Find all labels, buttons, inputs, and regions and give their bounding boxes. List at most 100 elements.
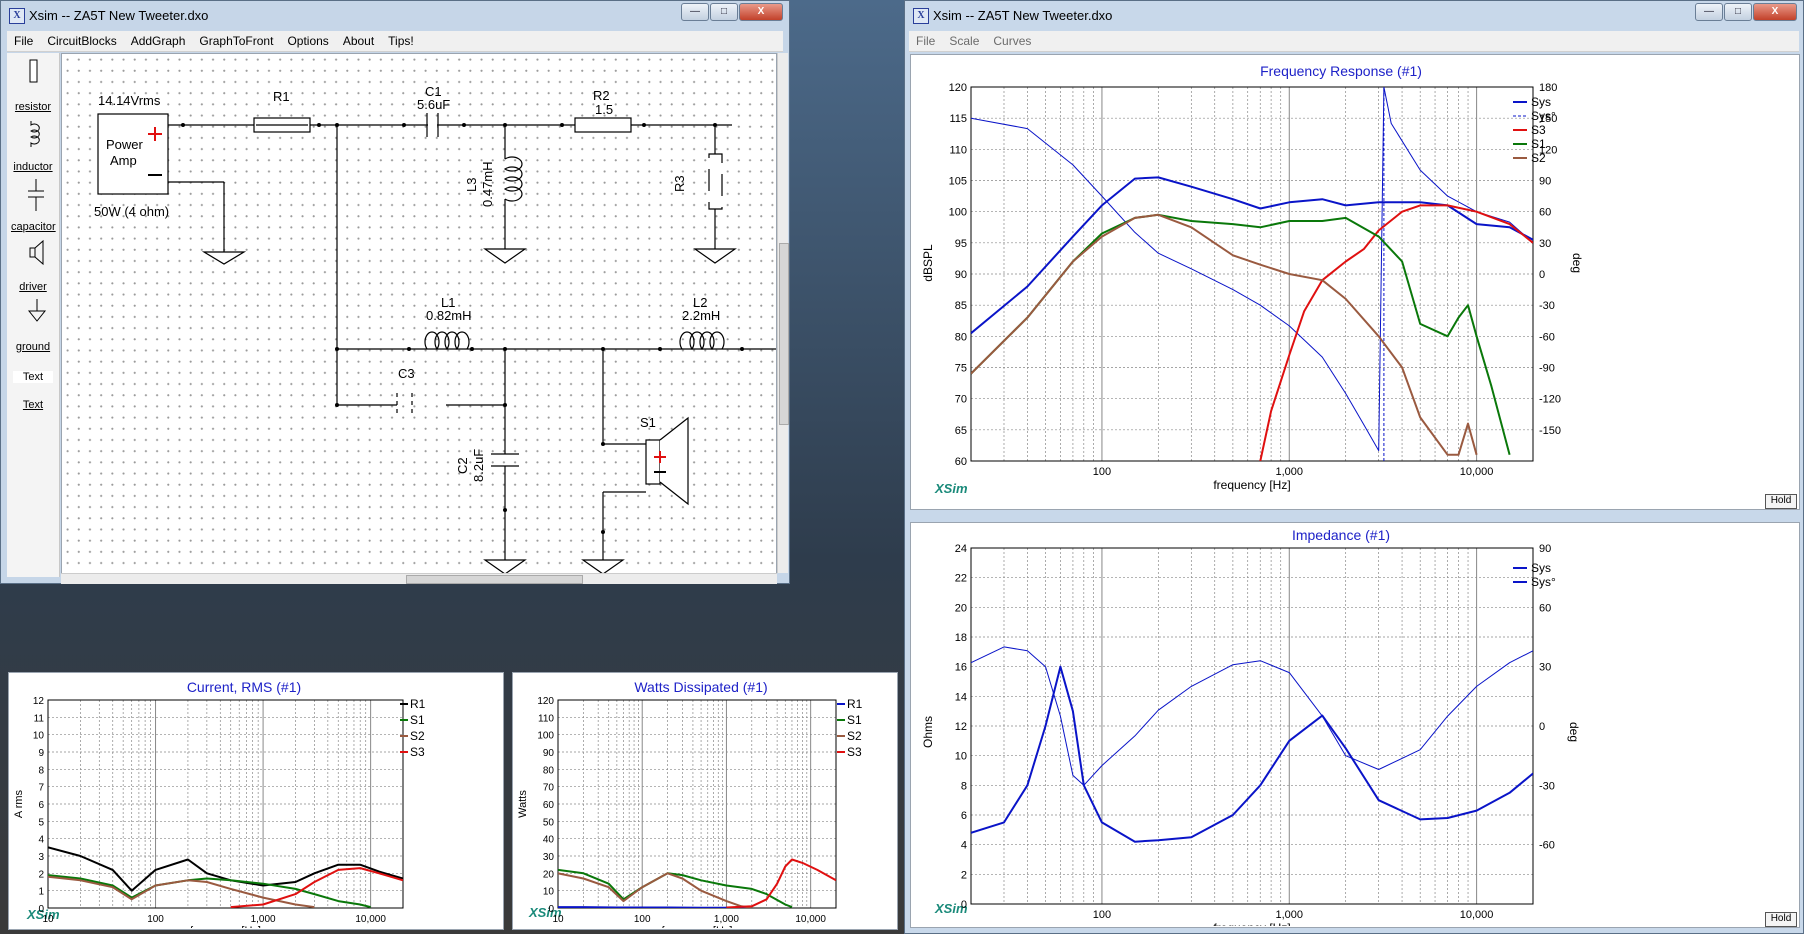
window-title: Xsim -- ZA5T New Tweeter.dxo: [29, 8, 209, 23]
graph-minimize-button[interactable]: —: [1695, 3, 1723, 21]
inductor-icon[interactable]: [27, 119, 47, 149]
y-tick-label: 6: [961, 810, 967, 822]
watts-chart: 010203040506070809010011012010 100 1,000 10…: [517, 696, 863, 928]
graph-menu-file[interactable]: File: [909, 34, 942, 48]
y2-tick-label: -120: [1539, 394, 1561, 406]
graph-menu-scale[interactable]: Scale: [942, 34, 986, 48]
x-tick-label: 10: [552, 914, 564, 925]
palette-ground[interactable]: ground: [11, 341, 55, 353]
series-line-sys: [971, 87, 1533, 452]
vertical-scrollbar[interactable]: [777, 53, 789, 573]
y-tick-label: 90: [543, 748, 555, 759]
palette-capacitor[interactable]: capacitor: [11, 221, 56, 233]
horizontal-scrollbar-thumb[interactable]: [406, 575, 583, 584]
y2-axis-label: deg: [1570, 253, 1584, 273]
y2-tick-label: 90: [1539, 176, 1551, 188]
series-line-s3: [726, 858, 836, 908]
graph-menu-curves[interactable]: Curves: [986, 34, 1038, 48]
graph-maximize-button[interactable]: □: [1724, 3, 1752, 21]
x-tick-label: 1,000: [1276, 909, 1304, 921]
y-tick-label: 1: [38, 887, 44, 898]
menu-options[interactable]: Options: [280, 34, 335, 48]
driver-s1: [645, 439, 661, 485]
series-line-sys: [971, 646, 1533, 786]
horizontal-scrollbar[interactable]: [61, 573, 777, 584]
graph-close-button[interactable]: X: [1753, 3, 1797, 21]
y-tick-label: 6: [38, 800, 44, 811]
x-tick-label: 100: [634, 914, 651, 925]
palette-resistor[interactable]: resistor: [11, 101, 55, 113]
series-line-s1: [971, 213, 1511, 456]
graph-window-titlebar[interactable]: X Xsim -- ZA5T New Tweeter.dxo — □ X: [905, 1, 1803, 31]
driver-icon[interactable]: [27, 239, 47, 267]
x-tick-label: 10,000: [355, 914, 386, 925]
palette-text-box[interactable]: Text: [13, 371, 53, 383]
y-tick-label: 110: [538, 713, 554, 724]
x-tick-label: 10,000: [1460, 909, 1494, 921]
y2-tick-label: -60: [1539, 331, 1555, 343]
y2-tick-label: 0: [1539, 269, 1545, 281]
y-tick-label: 40: [543, 835, 555, 846]
y-tick-label: 2: [961, 869, 967, 881]
y2-axis-label: deg: [1567, 722, 1581, 742]
legend-label: S1: [847, 713, 862, 727]
palette-inductor[interactable]: inductor: [11, 161, 55, 173]
x-tick-label: 1,000: [251, 914, 276, 925]
y-tick-label: 10: [955, 751, 967, 763]
c3-label: C3: [398, 366, 415, 381]
menu-addgraph[interactable]: AddGraph: [124, 34, 193, 48]
l3-name-label: L3: [464, 178, 479, 192]
y-tick-label: 120: [949, 82, 967, 94]
y2-tick-label: 60: [1539, 207, 1551, 219]
y-tick-label: 12: [33, 696, 45, 707]
c2-value-label: 8.2uF: [471, 449, 486, 482]
close-button[interactable]: X: [739, 3, 783, 21]
y-tick-label: 60: [955, 456, 967, 468]
horizontal-scrollbar[interactable]: [61, 647, 775, 657]
maximize-button[interactable]: □: [710, 3, 738, 21]
x-axis-label: frequency [Hz]: [1213, 478, 1290, 492]
legend-label: S2: [410, 729, 425, 743]
capacitor-icon[interactable]: [26, 179, 46, 211]
r3-label: R3: [672, 175, 687, 192]
circuit-window-titlebar[interactable]: X Xsim -- ZA5T New Tweeter.dxo — □ X: [1, 1, 789, 31]
y-axis-label: A rms: [13, 789, 25, 818]
x-tick-label: 1,000: [1276, 466, 1304, 478]
ground-icon[interactable]: [27, 299, 47, 323]
series-line-s3: [1259, 204, 1533, 461]
circuit-canvas[interactable]: 14.14Vrms Power Amp 50W (4 ohm) R1 C1 5.…: [61, 53, 777, 575]
resistor-icon[interactable]: [26, 57, 42, 87]
amp-label-2: Amp: [110, 153, 137, 168]
l3-value-label: 0.47mH: [480, 161, 495, 207]
y-axis-label: dBSPL: [921, 244, 935, 282]
palette-text[interactable]: Text: [11, 399, 55, 411]
y-tick-label: 16: [955, 662, 967, 674]
minimize-button[interactable]: —: [681, 3, 709, 21]
app-icon: X: [9, 8, 25, 24]
menu-about[interactable]: About: [336, 34, 381, 48]
palette-driver[interactable]: driver: [11, 281, 55, 293]
l2-value-label: 2.2mH: [682, 308, 720, 323]
menu-graphtofront[interactable]: GraphToFront: [192, 34, 280, 48]
y-tick-label: 3: [38, 852, 44, 863]
y-tick-label: 4: [38, 835, 44, 846]
y-tick-label: 10: [543, 887, 555, 898]
menu-circuitblocks[interactable]: CircuitBlocks: [40, 34, 123, 48]
menu-file[interactable]: File: [7, 34, 40, 48]
x-tick-label: 10,000: [1460, 466, 1494, 478]
vertical-scrollbar-thumb[interactable]: [779, 243, 789, 425]
legend-label: S2: [1531, 151, 1546, 165]
y-tick-label: 95: [955, 238, 967, 250]
x-tick-label: 10: [42, 914, 54, 925]
y-tick-label: 60: [543, 800, 555, 811]
y-tick-label: 75: [955, 363, 967, 375]
legend-label: Sys°: [1531, 109, 1556, 123]
menu-tips[interactable]: Tips!: [381, 34, 421, 48]
x-tick-label: 1,000: [714, 914, 739, 925]
legend-label: S3: [847, 745, 862, 759]
y-tick-label: 22: [955, 573, 967, 585]
x-tick-label: 100: [1093, 909, 1111, 921]
legend-label: Sys: [1531, 561, 1551, 575]
y-tick-label: 8: [38, 765, 44, 776]
y2-tick-label: -150: [1539, 425, 1561, 437]
